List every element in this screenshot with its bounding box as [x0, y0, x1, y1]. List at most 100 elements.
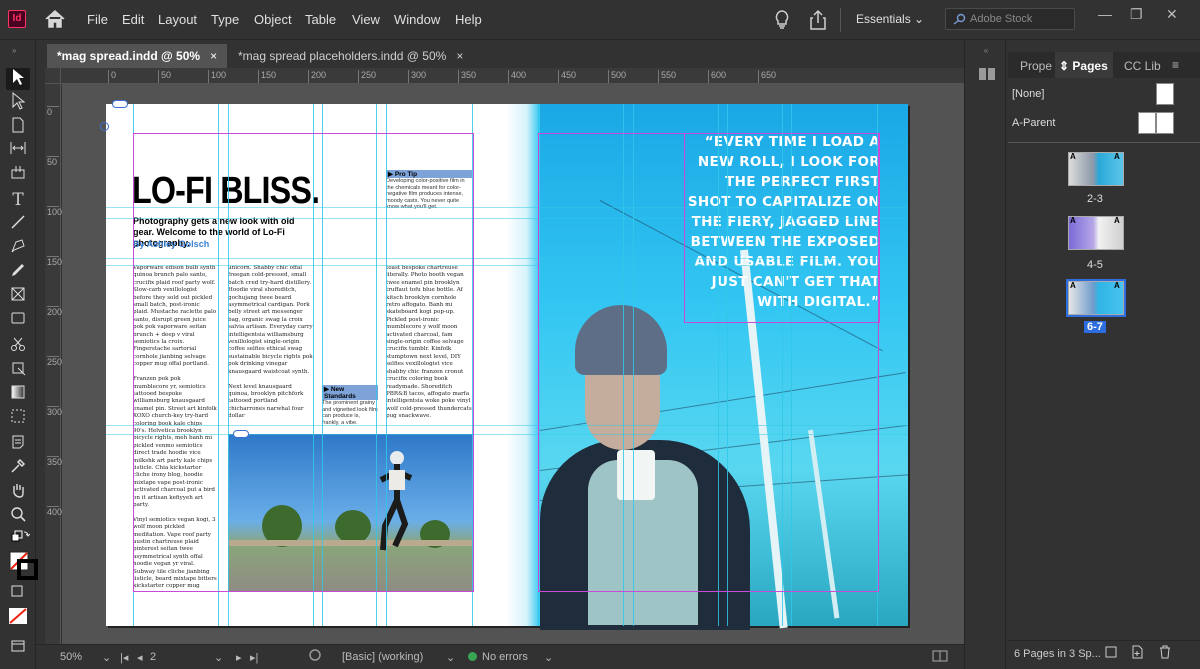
- ruler-tick-label: 350: [47, 456, 63, 467]
- menu-file[interactable]: File: [87, 12, 108, 27]
- last-page-icon[interactable]: ▸|: [250, 651, 258, 664]
- horizontal-ruler[interactable]: [45, 68, 965, 84]
- ruler-tick-label: 600: [708, 70, 726, 83]
- type-tool-icon[interactable]: T: [6, 190, 30, 212]
- edit-page-size-icon[interactable]: [1104, 645, 1118, 662]
- ruler-tick-label: 400: [47, 506, 63, 517]
- gap-tool-icon[interactable]: [6, 140, 30, 162]
- next-page-icon[interactable]: ▸: [236, 651, 242, 664]
- screen-mode-icon[interactable]: [6, 638, 30, 660]
- page-dropdown-icon[interactable]: ⌄: [214, 651, 223, 664]
- apply-none-icon[interactable]: [6, 606, 30, 628]
- first-page-icon[interactable]: |◂: [120, 651, 128, 664]
- free-transform-tool-icon[interactable]: [6, 360, 30, 382]
- line-tool-icon[interactable]: [6, 214, 30, 236]
- spread-label-6-7[interactable]: 6-7: [1084, 321, 1106, 333]
- spread-label-4-5[interactable]: 4-5: [1087, 259, 1103, 271]
- direct-selection-tool-icon[interactable]: [6, 91, 30, 114]
- default-fill-stroke-icon[interactable]: [10, 530, 31, 549]
- ruler-tick-label: 150: [258, 70, 276, 83]
- minimize-icon[interactable]: —: [1098, 6, 1112, 22]
- spread-label-2-3[interactable]: 2-3: [1087, 193, 1103, 205]
- parent-letter: A: [1070, 281, 1076, 290]
- close-icon[interactable]: ✕: [1166, 6, 1178, 23]
- pencil-tool-icon[interactable]: [6, 262, 30, 284]
- formatting-affects-container-icon[interactable]: [6, 584, 30, 606]
- tab-mag-spread[interactable]: *mag spread.indd @ 50% ×: [47, 44, 228, 68]
- chevron-down-icon: ⌄: [914, 12, 925, 26]
- panel-collapse-icon[interactable]: «: [968, 46, 1004, 56]
- rectangle-frame-tool-icon[interactable]: [6, 286, 30, 308]
- ruler-tick-label: 100: [47, 206, 63, 217]
- rectangle-tool-icon[interactable]: [6, 310, 30, 332]
- zoom-dropdown-icon[interactable]: ⌄: [102, 651, 111, 664]
- pages-panel-icon[interactable]: [977, 66, 997, 85]
- trash-icon[interactable]: [1158, 645, 1172, 662]
- home-icon[interactable]: [44, 9, 66, 32]
- profile-dropdown-icon[interactable]: ⌄: [446, 651, 455, 664]
- page-count: 6 Pages in 3 Sp...: [1014, 648, 1101, 660]
- ruler-tick-label: 500: [608, 70, 626, 83]
- error-status[interactable]: No errors: [482, 651, 528, 663]
- parent-letter: A: [1114, 152, 1120, 161]
- link-icon[interactable]: [112, 100, 128, 108]
- menu-help[interactable]: Help: [455, 12, 482, 27]
- close-tab-icon[interactable]: ×: [210, 49, 217, 63]
- new-page-icon[interactable]: [1130, 645, 1144, 662]
- scissors-tool-icon[interactable]: [6, 336, 30, 358]
- tab-cc-libraries[interactable]: CC Lib: [1124, 59, 1161, 73]
- tab-pages-label: Pages: [1072, 59, 1108, 73]
- ruler-tick-label: 650: [758, 70, 776, 83]
- eyedropper-tool-icon[interactable]: [6, 458, 30, 480]
- menu-layout[interactable]: Layout: [158, 12, 197, 27]
- page-number-field[interactable]: 2: [150, 651, 156, 663]
- prev-page-icon[interactable]: ◂: [137, 651, 143, 664]
- share-icon[interactable]: [808, 9, 828, 34]
- maximize-icon[interactable]: ❐: [1130, 6, 1143, 23]
- gradient-swatch-tool-icon[interactable]: [6, 384, 30, 406]
- split-window-icon[interactable]: [932, 650, 948, 665]
- pen-tool-icon[interactable]: [6, 238, 30, 260]
- margin-guide-left: [133, 133, 474, 592]
- toolbox-grip-icon[interactable]: »: [12, 46, 16, 55]
- errors-dropdown-icon[interactable]: ⌄: [544, 651, 553, 664]
- menu-type[interactable]: Type: [211, 12, 239, 27]
- link-icon[interactable]: [233, 430, 249, 438]
- parent-letter: A: [1070, 152, 1076, 161]
- parent-a-thumb-left[interactable]: [1138, 112, 1156, 134]
- note-tool-icon[interactable]: [6, 434, 30, 456]
- parent-a-thumb-right[interactable]: [1156, 112, 1174, 134]
- close-tab-icon[interactable]: ×: [456, 49, 463, 63]
- lightbulb-icon[interactable]: [774, 9, 790, 34]
- workspace-switcher[interactable]: Essentials ⌄: [856, 12, 924, 26]
- zoom-tool-icon[interactable]: [6, 506, 30, 528]
- preflight-open-icon[interactable]: [308, 648, 322, 665]
- ruler-tick-label: 250: [358, 70, 376, 83]
- preflight-profile[interactable]: [Basic] (working): [342, 651, 423, 663]
- parent-none-thumb[interactable]: [1156, 83, 1174, 105]
- menu-edit[interactable]: Edit: [122, 12, 144, 27]
- tab-mag-spread-placeholders[interactable]: *mag spread placeholders.indd @ 50% ×: [228, 44, 473, 68]
- anchor-icon[interactable]: [100, 122, 109, 131]
- ruler-tick-label: 450: [558, 70, 576, 83]
- tab-properties[interactable]: Prope: [1020, 59, 1052, 73]
- page-tool-icon[interactable]: [6, 116, 30, 138]
- panel-menu-icon[interactable]: ≡: [1172, 58, 1179, 72]
- parent-none[interactable]: [None]: [1012, 88, 1044, 100]
- ruler-tick-label: 50: [47, 156, 59, 167]
- menu-table[interactable]: Table: [305, 12, 336, 27]
- menu-window[interactable]: Window: [394, 12, 440, 27]
- zoom-level[interactable]: 50%: [60, 651, 82, 663]
- sort-icon: ⇕: [1059, 59, 1070, 73]
- gradient-feather-tool-icon[interactable]: [6, 408, 30, 430]
- stock-search-input[interactable]: Adobe Stock: [945, 8, 1075, 30]
- fill-stroke-swatch-icon[interactable]: [8, 550, 38, 583]
- hand-tool-icon[interactable]: [6, 482, 30, 504]
- menu-view[interactable]: View: [352, 12, 380, 27]
- parent-a[interactable]: A-Parent: [1012, 117, 1055, 129]
- menu-object[interactable]: Object: [254, 12, 292, 27]
- tab-pages[interactable]: ⇕ Pages: [1059, 59, 1108, 73]
- content-collector-icon[interactable]: [6, 164, 30, 186]
- ruler-origin[interactable]: [45, 68, 61, 84]
- selection-tool-icon[interactable]: [6, 68, 30, 90]
